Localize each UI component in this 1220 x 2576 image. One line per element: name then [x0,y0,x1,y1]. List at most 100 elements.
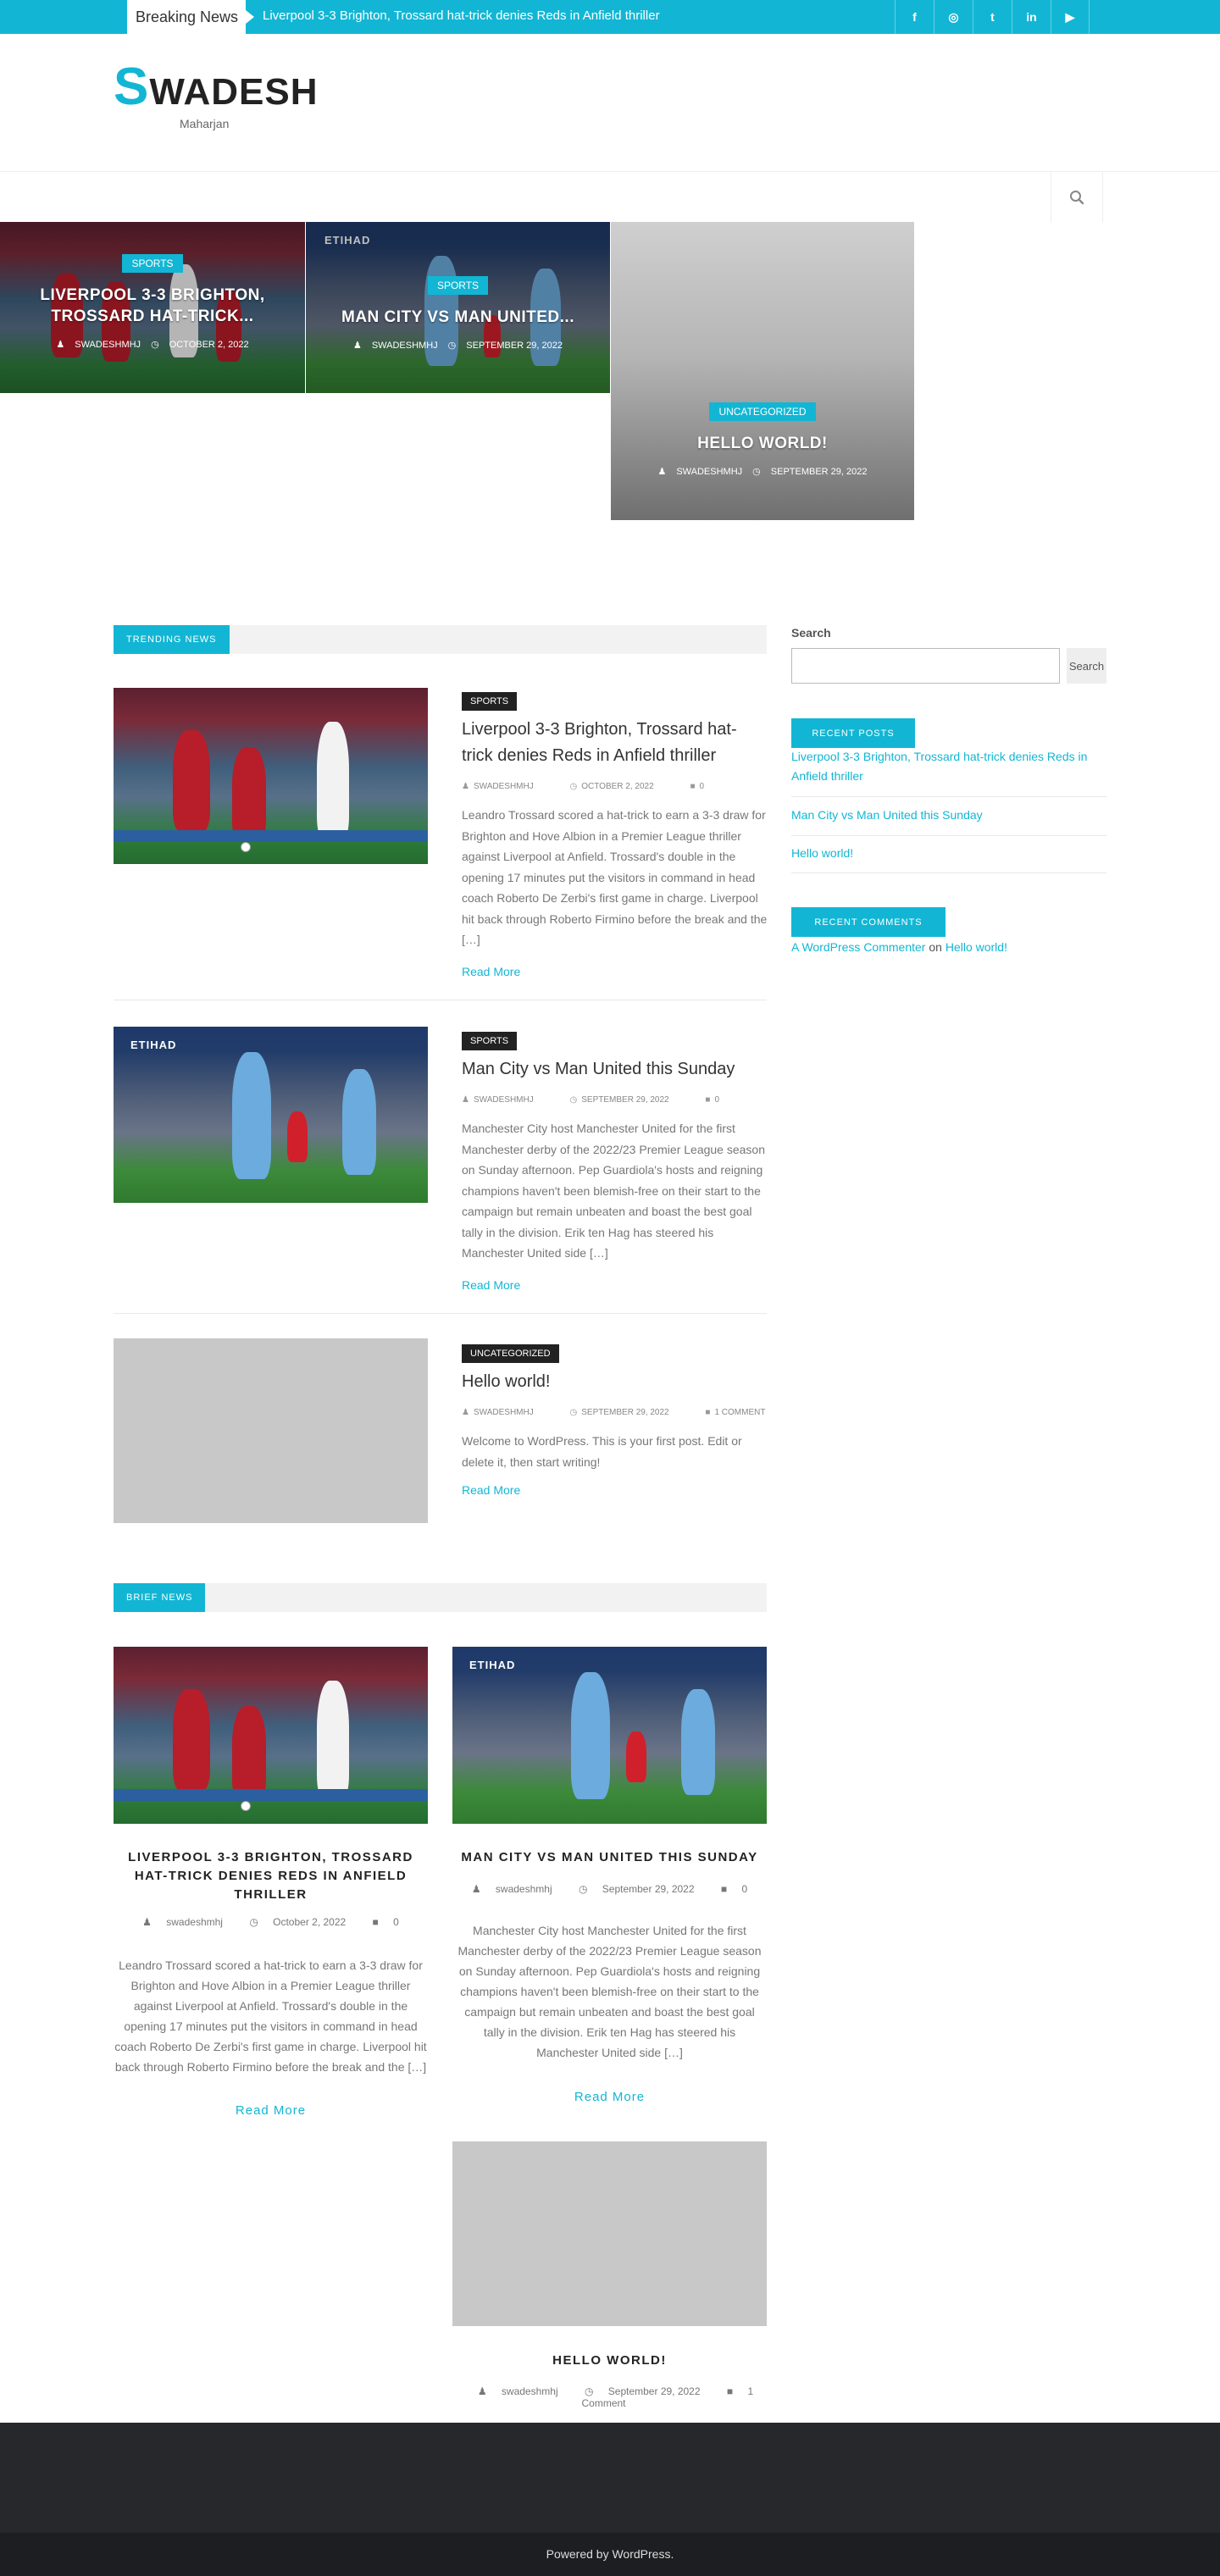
recent-post-link[interactable]: Man City vs Man United this Sunday [791,806,1106,825]
featured-post-1[interactable]: SPORTS LIVERPOOL 3-3 BRIGHTON, TROSSARD H… [0,222,305,393]
recent-post-link[interactable]: Liverpool 3-3 Brighton, Trossard hat-tri… [791,747,1106,786]
recent-posts-heading: RECENT POSTS [791,718,915,748]
logo-initial: S [114,58,150,116]
linkedin-icon[interactable]: in [1012,0,1051,34]
brief-excerpt: Manchester City host Manchester United f… [458,1924,762,2059]
clock-icon: ◷ [578,1883,591,1895]
clock-icon: ◷ [569,1408,578,1417]
post-excerpt: Welcome to WordPress. This is your first… [462,1434,742,1469]
clock-icon: ◷ [249,1916,262,1928]
post-meta: ♟ SWADESHMHJ ◷ SEPTEMBER 29, 2022 ■ 0 [462,1095,720,1105]
post-meta: ♟ SWADESHMHJ ◷ SEPTEMBER 29, 2022 ■ 1 COMME… [462,1408,766,1417]
read-more-link[interactable]: Read More [114,2103,428,2118]
brief-title-link[interactable]: HELLO WORLD! [452,2352,767,2370]
twitter-icon[interactable]: t [973,0,1012,34]
powered-by-link[interactable]: Powered by WordPress. [546,2547,674,2561]
featured-meta: ♟ SWADESHMHJ ◷ OCTOBER 2, 2022 [56,340,249,350]
featured-category-badge[interactable]: UNCATEGORIZED [709,402,816,421]
brief-news-header: BRIEF NEWS [114,1583,767,1612]
comment-post-link[interactable]: Hello world! [946,940,1007,954]
featured-title[interactable]: LIVERPOOL 3-3 BRIGHTON, TROSSARD HAT-TRIC… [0,285,305,327]
featured-category-badge[interactable]: SPORTS [122,254,183,273]
clock-icon: ◷ [752,467,761,477]
comment-on-text: on [929,940,942,954]
featured-meta: ♟ SWADESHMHJ ◷ SEPTEMBER 29, 2022 [657,467,868,477]
footer-copyright: Powered by WordPress. [0,2533,1220,2576]
search-input[interactable] [791,648,1060,684]
recent-comments-heading: RECENT COMMENTS [791,907,946,937]
recent-post-divider [791,835,1106,836]
post-excerpt: Leandro Trossard scored a hat-trick to e… [462,808,768,946]
featured-post-3[interactable]: UNCATEGORIZED HELLO WORLD! ♟ SWADESHMHJ ◷ S… [611,222,914,520]
author-icon: ♟ [462,1408,469,1417]
read-more-link[interactable]: Read More [462,965,520,978]
search-button[interactable]: Search [1067,648,1106,684]
breaking-news-label: Breaking News [127,0,254,34]
author-icon: ♟ [462,782,469,791]
instagram-icon[interactable]: ◎ [934,0,973,34]
brief-meta: ♟ swadeshmhj ◷ September 29, 2022 ■ 0 [471,1883,748,1895]
post-category-badge[interactable]: UNCATEGORIZED [462,1344,559,1363]
author-icon: ♟ [657,467,667,477]
post-title-link[interactable]: Hello world! [462,1369,767,1395]
comment-icon: ■ [720,1883,730,1895]
read-more-link[interactable]: Read More [462,1278,520,1292]
recent-post-link[interactable]: Hello world! [791,844,1106,863]
brief-thumbnail[interactable]: ETIHAD [452,1647,767,1824]
brief-excerpt: Leandro Trossard scored a hat-trick to e… [114,1958,427,2074]
comment-icon: ■ [705,1095,711,1105]
post-category-badge[interactable]: SPORTS [462,692,518,711]
brief-thumbnail[interactable] [114,1647,428,1824]
author-icon: ♟ [471,1883,484,1895]
trending-news-header: TRENDING NEWS [114,625,767,654]
main-navigation [0,171,1220,223]
post-title-link[interactable]: Liverpool 3-3 Brighton, Trossard hat-tri… [462,717,767,769]
featured-meta: ♟ SWADESHMHJ ◷ SEPTEMBER 29, 2022 [352,341,563,351]
comment-icon: ■ [690,782,696,791]
brief-meta: ♟ swadeshmhj ◷ September 29, 2022 ■ 1 Co… [477,2385,754,2409]
post-thumbnail[interactable] [114,1338,428,1523]
logo-text: WADESH [149,71,319,113]
clock-icon: ◷ [584,2385,596,2397]
author-icon: ♟ [352,341,362,351]
clock-icon: ◷ [569,782,578,791]
social-links: f ◎ t in ▶ [895,0,1090,34]
post-meta: ♟ SWADESHMHJ ◷ OCTOBER 2, 2022 ■ 0 [462,782,705,791]
brief-title-link[interactable]: LIVERPOOL 3-3 BRIGHTON, TROSSARD HAT-TRI… [114,1848,428,1904]
recent-comment: A WordPress Commenter on Hello world! [791,940,1007,954]
author-icon: ♟ [462,1095,469,1105]
site-logo[interactable]: SWADESH [114,61,319,114]
featured-post-2[interactable]: ETIHAD SPORTS MAN CITY VS MAN UNITED... … [306,222,610,393]
featured-title[interactable]: MAN CITY VS MAN UNITED... [306,307,610,328]
post-excerpt: Manchester City host Manchester United f… [462,1122,766,1260]
comment-author-link[interactable]: A WordPress Commenter [791,940,925,954]
post-category-badge[interactable]: SPORTS [462,1032,518,1050]
search-widget-label: Search [791,626,831,640]
author-icon: ♟ [142,1916,155,1928]
footer-widgets-area [0,2423,1220,2533]
breaking-news-ticker-link[interactable]: Liverpool 3-3 Brighton, Trossard hat-tri… [263,0,660,32]
author-icon: ♟ [56,340,65,350]
site-tagline: Maharjan [180,117,230,130]
featured-title[interactable]: HELLO WORLD! [611,433,914,454]
read-more-link[interactable]: Read More [462,1483,520,1497]
search-icon [1070,191,1084,205]
recent-post-divider [791,796,1106,797]
comment-icon: ■ [372,1916,382,1928]
facebook-icon[interactable]: f [895,0,934,34]
featured-category-badge[interactable]: SPORTS [427,276,489,295]
brief-title-link[interactable]: MAN CITY VS MAN UNITED THIS SUNDAY [452,1848,767,1867]
nav-search-button[interactable] [1051,172,1103,223]
brief-thumbnail[interactable] [452,2141,767,2326]
section-title: BRIEF NEWS [114,1583,206,1612]
youtube-icon[interactable]: ▶ [1051,0,1090,34]
brief-meta: ♟ swadeshmhj ◷ October 2, 2022 ■ 0 [142,1916,399,1928]
read-more-link[interactable]: Read More [452,2090,767,2104]
post-thumbnail[interactable]: ETIHAD [114,1027,428,1203]
post-divider [114,1313,767,1314]
top-bar: Breaking News Liverpool 3-3 Brighton, Tr… [0,0,1220,34]
post-thumbnail[interactable] [114,688,428,864]
clock-icon: ◷ [151,340,159,350]
post-title-link[interactable]: Man City vs Man United this Sunday [462,1056,767,1083]
author-icon: ♟ [477,2385,490,2397]
